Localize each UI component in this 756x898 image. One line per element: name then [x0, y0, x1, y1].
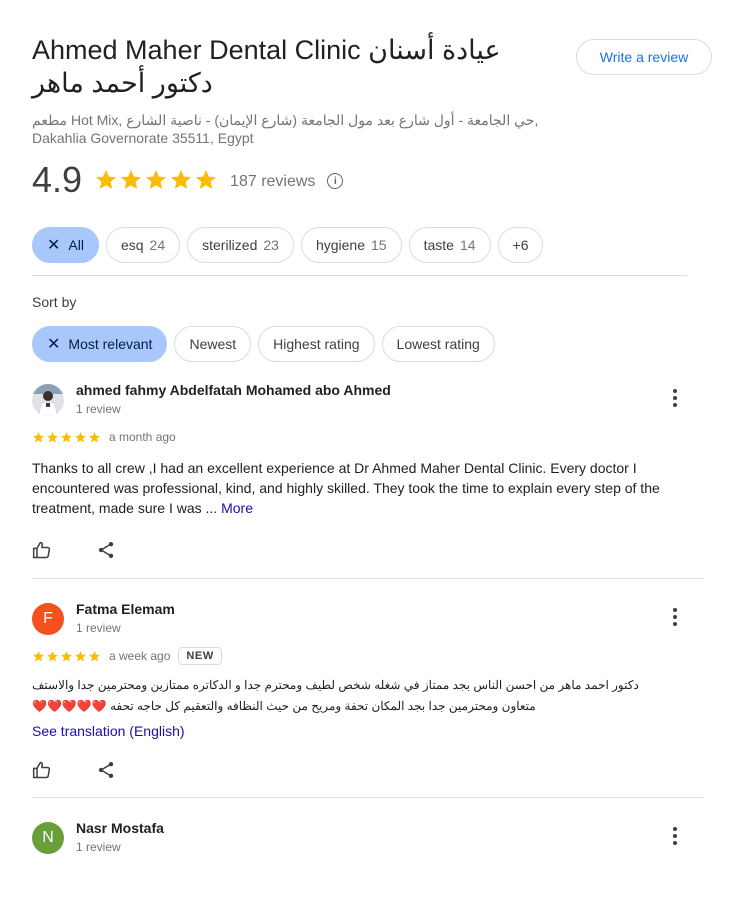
star-icon	[60, 650, 73, 663]
chip-label: Newest	[189, 336, 237, 352]
thumbs-up-icon[interactable]	[32, 760, 52, 780]
review-card: N Nasr Mostafa 1 review	[32, 820, 703, 864]
star-icon	[169, 168, 193, 192]
chip-label: Most relevant	[68, 336, 153, 352]
chip-hygiene[interactable]: hygiene 15	[300, 227, 402, 263]
more-link[interactable]: More	[221, 500, 253, 516]
reviewer-review-count: 1 review	[76, 621, 121, 635]
rating-value: 4.9	[32, 159, 83, 200]
reviewer-review-count: 1 review	[76, 840, 121, 854]
more-options-icon[interactable]	[671, 605, 679, 629]
chip-count: 24	[149, 237, 166, 253]
topic-chips: ✕ All esq 24 sterilized 23 hygiene 15 ta…	[32, 227, 544, 263]
chip-count: 14	[459, 237, 476, 253]
see-translation-link[interactable]: See translation (English)	[32, 723, 703, 739]
star-icon	[46, 431, 59, 444]
avatar[interactable]: F	[32, 603, 64, 635]
review-stars	[32, 431, 101, 444]
reviewer-name[interactable]: Fatma Elemam	[76, 601, 175, 617]
new-badge: NEW	[178, 647, 222, 665]
chip-label: All	[68, 237, 84, 253]
chip-label: +6	[512, 237, 529, 253]
place-title: Ahmed Maher Dental Clinic عيادة أسنان دك…	[32, 35, 501, 98]
review-body: دكتور احمد ماهر من احسن الناس بجد ممتاز …	[32, 678, 639, 713]
reviewer-name[interactable]: ahmed fahmy Abdelfatah Mohamed abo Ahmed	[76, 382, 391, 398]
info-icon[interactable]: i	[327, 173, 344, 189]
chip-label: taste	[423, 237, 454, 253]
share-icon[interactable]	[96, 760, 116, 780]
review-card: F Fatma Elemam 1 review a week ago NEW د…	[32, 601, 703, 780]
chip-count: 15	[371, 237, 387, 253]
divider	[32, 275, 687, 276]
close-icon: ✕	[47, 336, 61, 353]
review-stars	[32, 650, 101, 663]
chip-label: esq	[120, 237, 144, 253]
chip-label: sterilized	[202, 237, 258, 253]
chip-more-topics[interactable]: +6	[497, 227, 544, 263]
review-text: دكتور احمد ماهر من احسن الناس بجد ممتاز …	[32, 675, 703, 717]
star-icon	[88, 431, 101, 444]
star-icon	[60, 431, 73, 444]
star-icon	[32, 431, 45, 444]
review-time: a week ago	[109, 649, 171, 663]
sort-chips: ✕ Most relevant Newest Highest rating Lo…	[32, 326, 495, 362]
divider	[32, 578, 703, 579]
star-icon	[94, 168, 118, 192]
avatar-letter: F	[43, 610, 53, 627]
rating-stars	[94, 168, 218, 192]
star-icon	[74, 431, 87, 444]
divider	[32, 797, 703, 798]
sort-highest-rating[interactable]: Highest rating	[258, 326, 375, 362]
chip-count: 23	[263, 237, 279, 253]
star-icon	[88, 650, 101, 663]
close-icon: ✕	[47, 237, 61, 254]
review-text: Thanks to all crew ,I had an excellent e…	[32, 458, 703, 518]
place-address: مطعم Hot Mix, حي الجامعة - أول شارع بعد …	[32, 112, 539, 146]
star-icon	[119, 168, 143, 192]
write-review-button[interactable]: Write a review	[576, 39, 712, 75]
star-icon	[74, 650, 87, 663]
avatar[interactable]: N	[32, 822, 64, 854]
chip-label: Lowest rating	[396, 336, 480, 352]
rating-summary: 4.9 187 reviews i	[32, 159, 344, 200]
star-icon	[194, 168, 218, 192]
avatar-letter: N	[42, 829, 54, 846]
review-time: a month ago	[109, 430, 176, 444]
chip-taste[interactable]: taste 14	[408, 227, 491, 263]
more-options-icon[interactable]	[671, 824, 679, 848]
star-icon	[144, 168, 168, 192]
chip-esq[interactable]: esq 24	[105, 227, 181, 263]
star-icon	[32, 650, 45, 663]
share-icon[interactable]	[96, 540, 116, 560]
star-icon	[46, 650, 59, 663]
place-header: Ahmed Maher Dental Clinic عيادة أسنان دك…	[32, 34, 562, 147]
sort-most-relevant[interactable]: ✕ Most relevant	[32, 326, 168, 362]
avatar-photo-icon	[32, 384, 64, 416]
reviewer-name[interactable]: Nasr Mostafa	[76, 820, 164, 836]
review-count: 187 reviews	[230, 173, 316, 190]
avatar[interactable]	[32, 384, 64, 416]
chip-sterilized[interactable]: sterilized 23	[187, 227, 294, 263]
reviewer-review-count: 1 review	[76, 402, 121, 416]
chip-all[interactable]: ✕ All	[32, 227, 99, 263]
review-body: Thanks to all crew ,I had an excellent e…	[32, 460, 660, 516]
heart-emoji: ❤️❤️❤️❤️❤️	[32, 699, 107, 713]
thumbs-up-icon[interactable]	[32, 540, 52, 560]
chip-label: Highest rating	[273, 336, 360, 352]
sort-by-label: Sort by	[32, 294, 77, 310]
sort-newest[interactable]: Newest	[174, 326, 252, 362]
sort-lowest-rating[interactable]: Lowest rating	[381, 326, 495, 362]
chip-label: hygiene	[315, 237, 365, 253]
more-options-icon[interactable]	[671, 386, 679, 410]
review-card: ahmed fahmy Abdelfatah Mohamed abo Ahmed…	[32, 382, 703, 560]
